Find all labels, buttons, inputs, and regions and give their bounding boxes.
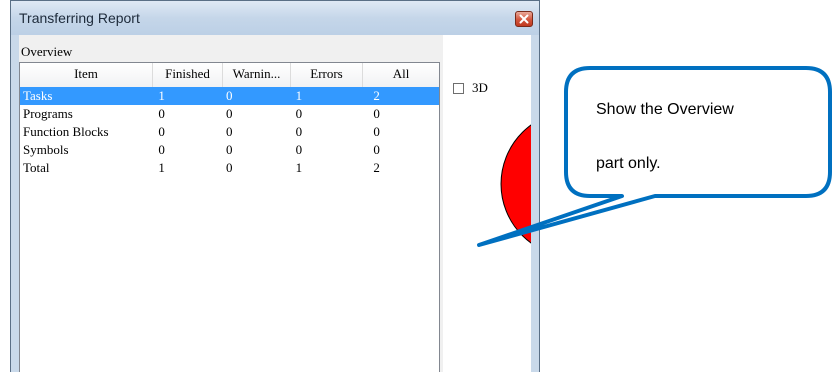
callout-line-1: Show the Overview bbox=[596, 101, 734, 118]
callout-line-2: part only. bbox=[596, 155, 661, 172]
callout-shape bbox=[477, 66, 832, 247]
